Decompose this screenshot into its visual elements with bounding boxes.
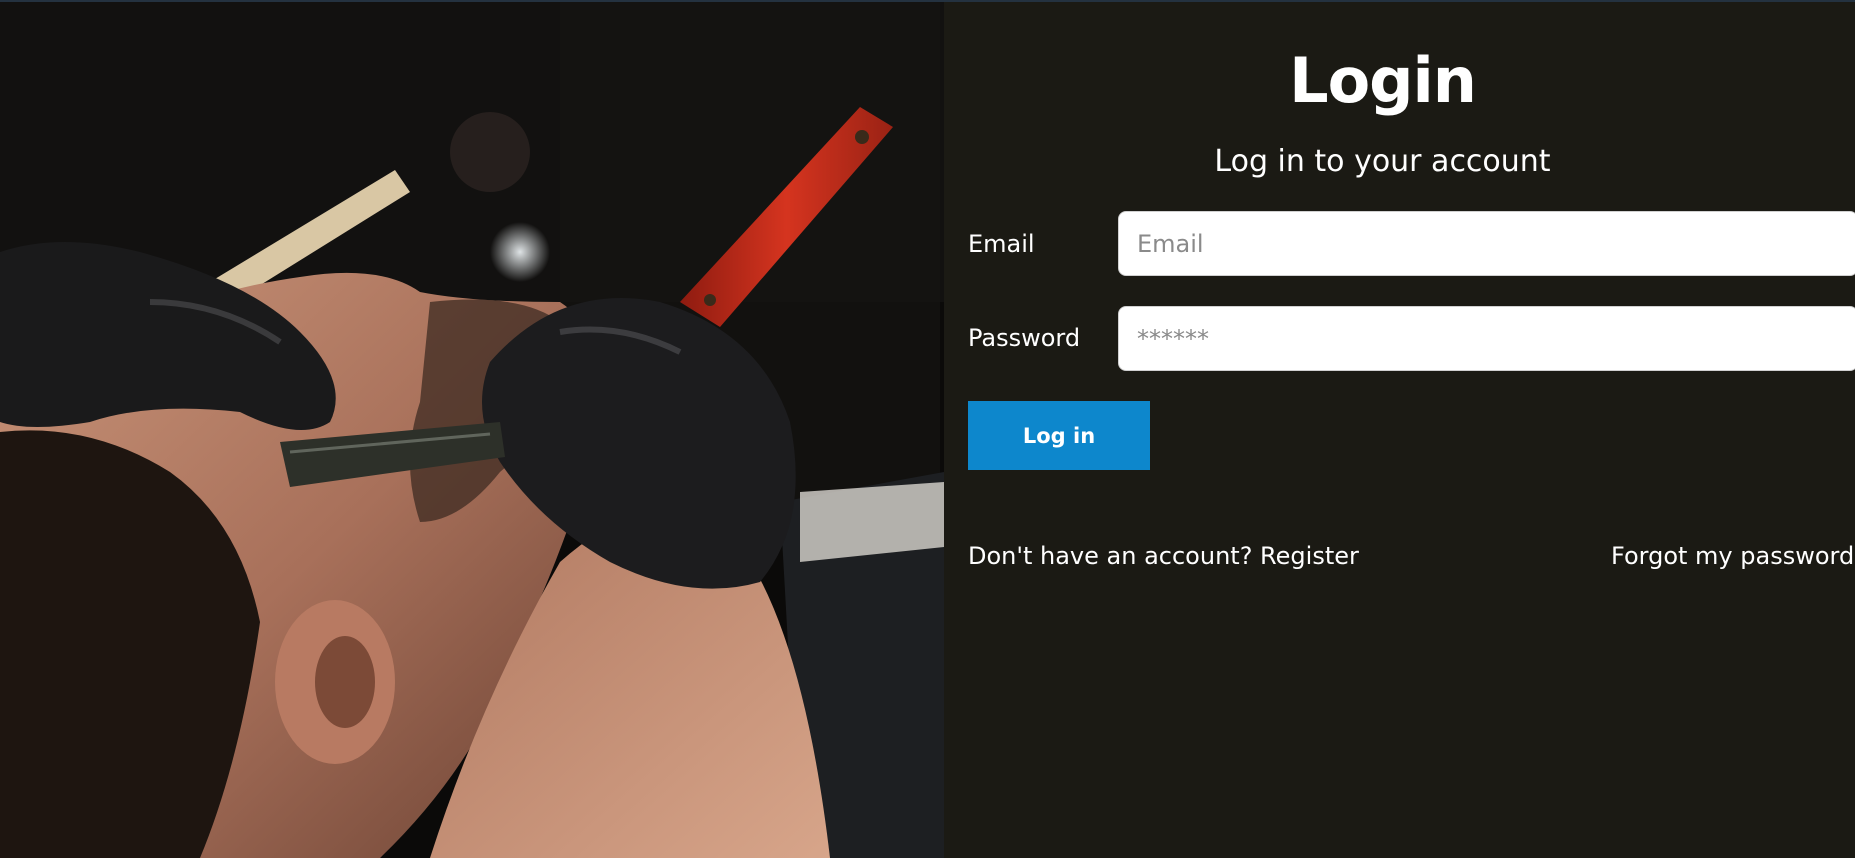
email-field[interactable] — [1118, 211, 1855, 276]
forgot-password-link[interactable]: Forgot my password — [1611, 542, 1854, 570]
register-link[interactable]: Don't have an account? Register — [968, 542, 1359, 570]
password-field[interactable] — [1118, 306, 1855, 371]
barber-shaving-image — [0, 2, 944, 858]
email-label: Email — [968, 230, 1035, 258]
login-page: Login Log in to your account Email Passw… — [0, 0, 1855, 858]
page-subtitle: Log in to your account — [1214, 144, 1551, 179]
password-label: Password — [968, 324, 1081, 352]
hero-photo — [0, 2, 944, 858]
page-title: Login — [1289, 44, 1477, 117]
login-button[interactable]: Log in — [968, 401, 1150, 470]
login-panel: Login Log in to your account Email Passw… — [944, 2, 1855, 858]
